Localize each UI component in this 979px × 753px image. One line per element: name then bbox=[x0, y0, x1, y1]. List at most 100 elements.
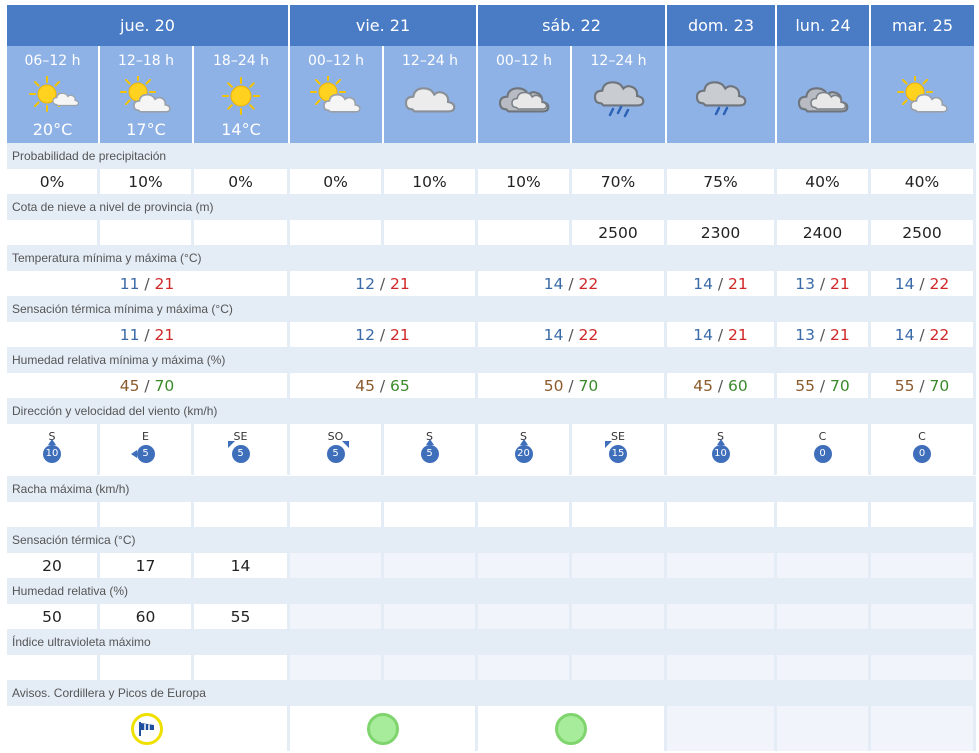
wind-speed: 10 bbox=[45, 448, 59, 459]
sun-behind-cloud-icon bbox=[896, 76, 948, 113]
period-cell[interactable]: 12–18 h 17°C bbox=[100, 46, 194, 143]
gust-value bbox=[7, 502, 100, 527]
humidity-range-max: 70 bbox=[154, 376, 175, 395]
wind-warning-icon[interactable] bbox=[131, 712, 163, 745]
temperature-range-max: 21 bbox=[154, 274, 175, 293]
wind-speed-badge: 10 bbox=[43, 439, 61, 463]
feels-like-range-min: 14 bbox=[894, 325, 915, 344]
feels-like-hourly-value bbox=[290, 553, 384, 578]
period-cell[interactable]: 12–24 h bbox=[384, 46, 478, 143]
humidity-hourly-value: 60 bbox=[100, 604, 194, 629]
cloud-rain-icon bbox=[695, 81, 747, 116]
day-header[interactable]: mar. 25 bbox=[871, 5, 976, 46]
temperature-range-max: 21 bbox=[728, 274, 748, 293]
period-cell[interactable] bbox=[667, 46, 777, 143]
precipitation-value: 0% bbox=[7, 169, 100, 194]
feels-like-range-max: 21 bbox=[154, 325, 175, 344]
separator: / bbox=[814, 274, 831, 293]
period-cell[interactable]: 00–12 h bbox=[290, 46, 384, 143]
feels-like-range: 14 / 22 bbox=[871, 322, 976, 347]
feels-like-hourly-value: 20 bbox=[7, 553, 100, 578]
feels-like-hourly-value bbox=[777, 553, 871, 578]
separator: / bbox=[374, 274, 391, 293]
temperature-range-max: 22 bbox=[929, 274, 950, 293]
wind-cell: S5 bbox=[384, 424, 478, 475]
precipitation-value: 75% bbox=[667, 169, 777, 194]
humidity-range-min: 45 bbox=[119, 376, 140, 395]
wind-direction: C bbox=[818, 430, 827, 443]
feels-like-hourly-value: 14 bbox=[194, 553, 290, 578]
gust-value bbox=[777, 502, 871, 527]
uv-value bbox=[871, 655, 976, 680]
day-header[interactable]: dom. 23 bbox=[667, 5, 777, 46]
period-cell[interactable]: 00–12 h bbox=[478, 46, 572, 143]
wind-direction: SE bbox=[611, 430, 625, 443]
feels-like-range-max: 21 bbox=[830, 325, 850, 344]
humidity-range-min: 50 bbox=[543, 376, 564, 395]
humidity-hourly-value bbox=[667, 604, 777, 629]
humidity-hourly-value: 50 bbox=[7, 604, 100, 629]
temperature-range: 14 / 22 bbox=[478, 271, 667, 296]
row-label-temp: Temperatura mínima y máxima (°C) bbox=[7, 245, 976, 271]
feels-like-hourly-value bbox=[572, 553, 667, 578]
feels-like-range-min: 12 bbox=[355, 325, 375, 344]
dark-cloud-icon bbox=[498, 87, 550, 113]
separator: / bbox=[712, 325, 729, 344]
row-label-feels: Sensación térmica mínima y máxima (°C) bbox=[7, 296, 976, 322]
wind-cell: S 10 bbox=[7, 424, 100, 475]
sun-with-cloud-icon bbox=[28, 76, 79, 112]
period-cell[interactable] bbox=[777, 46, 871, 143]
day-header[interactable]: jue. 20 bbox=[7, 5, 290, 46]
temperature-range: 12 / 21 bbox=[290, 271, 478, 296]
humidity-range: 50 / 70 bbox=[478, 373, 667, 398]
separator: / bbox=[139, 376, 155, 395]
humidity-range: 45 / 70 bbox=[7, 373, 290, 398]
storm-rain-icon bbox=[593, 81, 644, 118]
day-header-row: jue. 20 vie. 21 sáb. 22 dom. 23 lun. 24 mar. … bbox=[7, 5, 976, 46]
wind-speed: 5 bbox=[142, 448, 149, 459]
humidity-range-min: 45 bbox=[355, 376, 375, 395]
wind-speed: 0 bbox=[918, 448, 926, 459]
gust-value bbox=[572, 502, 667, 527]
wind-cell: S 10 bbox=[667, 424, 777, 475]
uv-value bbox=[572, 655, 667, 680]
wind-arrow-icon bbox=[130, 450, 137, 458]
temperature-range-min: 14 bbox=[543, 274, 564, 293]
feels-like-hourly-value bbox=[478, 553, 572, 578]
feels-like-range-min: 14 bbox=[543, 325, 564, 344]
humidity-range: 55 / 70 bbox=[871, 373, 976, 398]
day-header[interactable]: lun. 24 bbox=[777, 5, 871, 46]
wind-cell: SE 15 bbox=[572, 424, 667, 475]
humidity-hourly-value: 55 bbox=[194, 604, 290, 629]
wind-arrow-icon bbox=[48, 439, 56, 445]
wind-speed-badge: 5 bbox=[130, 445, 155, 463]
period-cell[interactable]: 06–12 h 20°C bbox=[7, 46, 100, 143]
wind-speed: 10 bbox=[714, 448, 727, 459]
wind-cell: SO 5 bbox=[290, 424, 384, 475]
no-warning-icon[interactable] bbox=[555, 712, 587, 745]
day-header[interactable]: vie. 21 bbox=[290, 5, 478, 46]
separator: / bbox=[374, 325, 391, 344]
period-cell[interactable]: 12–24 h bbox=[572, 46, 667, 143]
wind-speed-badge: 0 bbox=[913, 445, 931, 463]
no-warning-icon[interactable] bbox=[366, 712, 399, 745]
wind-arrow-icon bbox=[716, 439, 725, 445]
temperature-range: 13 / 21 bbox=[777, 271, 871, 296]
temperature-range-max: 21 bbox=[830, 274, 850, 293]
period-label: 00–12 h bbox=[496, 53, 552, 69]
precipitation-value: 0% bbox=[194, 169, 290, 194]
snow-level-value bbox=[194, 220, 290, 245]
humidity-range-max: 70 bbox=[578, 376, 599, 395]
period-cell[interactable] bbox=[871, 46, 976, 143]
sun-behind-cloud-icon bbox=[310, 76, 361, 113]
feels-like-range: 11 / 21 bbox=[7, 322, 290, 347]
wind-arrow-icon bbox=[227, 441, 235, 448]
wind-speed: 20 bbox=[517, 448, 530, 459]
humidity-range: 45 / 60 bbox=[667, 373, 777, 398]
snow-level-value: 2500 bbox=[871, 220, 976, 245]
wind-speed-badge: 5 bbox=[326, 441, 349, 463]
period-cell[interactable]: 18–24 h 14°C bbox=[194, 46, 290, 143]
day-header[interactable]: sáb. 22 bbox=[478, 5, 667, 46]
snow-level-value: 2500 bbox=[572, 220, 667, 245]
uv-value bbox=[478, 655, 572, 680]
